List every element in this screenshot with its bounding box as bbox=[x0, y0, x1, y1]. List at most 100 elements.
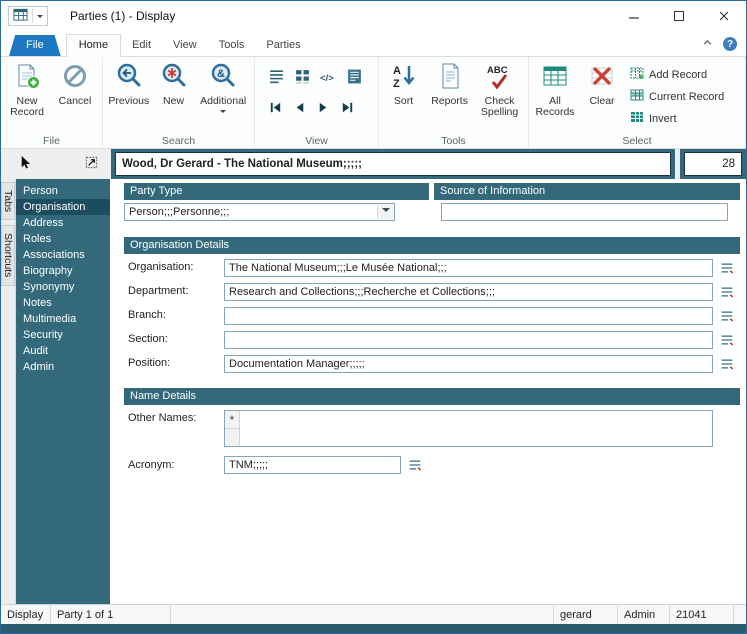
previous-record-button[interactable] bbox=[292, 100, 307, 118]
multilingual-icon[interactable] bbox=[720, 285, 734, 302]
svg-text:</>: </> bbox=[320, 73, 334, 84]
new-search-button[interactable]: New bbox=[154, 59, 194, 134]
sidebar-item-roles[interactable]: Roles bbox=[16, 231, 110, 247]
ribbon-group-select: All Records Clear Add Record Current Rec… bbox=[529, 57, 746, 148]
tab-home[interactable]: Home bbox=[66, 34, 121, 57]
select-record-icon[interactable] bbox=[84, 155, 99, 173]
multilingual-icon[interactable] bbox=[408, 458, 422, 475]
tab-file[interactable]: File bbox=[9, 35, 61, 56]
window-title: Parties (1) - Display bbox=[70, 9, 175, 23]
minimize-button[interactable] bbox=[611, 1, 656, 31]
rail-tab-shortcuts[interactable]: Shortcuts bbox=[1, 225, 15, 285]
new-search-label: New bbox=[163, 96, 184, 108]
tab-parties[interactable]: Parties bbox=[255, 35, 311, 56]
acronym-input[interactable]: TNM;;;;; bbox=[224, 456, 401, 474]
party-type-combobox[interactable]: Person;;;Personne;;; bbox=[124, 203, 395, 221]
tab-view[interactable]: View bbox=[162, 35, 208, 56]
record-summary-band: Wood, Dr Gerard - The National Museum;;;… bbox=[111, 149, 675, 179]
quick-access-toolbar bbox=[8, 6, 48, 26]
page-view-button[interactable] bbox=[346, 68, 363, 88]
sidebar-item-notes[interactable]: Notes bbox=[16, 295, 110, 311]
bottom-accent-strip bbox=[1, 624, 746, 633]
invert-button[interactable]: Invert bbox=[630, 110, 724, 127]
cancel-button[interactable]: Cancel bbox=[52, 59, 98, 134]
current-record-label: Current Record bbox=[649, 91, 724, 103]
last-record-button[interactable] bbox=[340, 100, 355, 118]
new-record-label: New Record bbox=[4, 96, 50, 119]
reports-label: Reports bbox=[431, 96, 468, 108]
sort-icon: AZ bbox=[390, 62, 418, 94]
department-input[interactable]: Research and Collections;;;Recherche et … bbox=[224, 283, 713, 301]
tab-edit[interactable]: Edit bbox=[121, 35, 162, 56]
help-icon[interactable]: ? bbox=[723, 37, 737, 51]
branch-input[interactable] bbox=[224, 307, 713, 325]
close-button[interactable] bbox=[701, 1, 746, 31]
next-record-button[interactable] bbox=[316, 100, 331, 118]
organisation-label: Organisation: bbox=[128, 261, 193, 273]
clear-button[interactable]: Clear bbox=[580, 59, 624, 134]
position-input[interactable]: Documentation Manager;;;;; bbox=[224, 355, 713, 373]
separator bbox=[32, 9, 33, 23]
check-spelling-icon: ABC bbox=[486, 62, 514, 94]
group-label-tools: Tools bbox=[379, 135, 528, 147]
section-input[interactable] bbox=[224, 331, 713, 349]
first-record-button[interactable] bbox=[268, 100, 283, 118]
previous-label: Previous bbox=[108, 96, 149, 108]
other-names-grid[interactable]: * bbox=[224, 410, 713, 447]
rail-tab-tabs[interactable]: Tabs bbox=[1, 182, 15, 220]
sidebar-item-organisation[interactable]: Organisation bbox=[16, 199, 110, 215]
app-icon[interactable] bbox=[13, 7, 28, 25]
multilingual-icon[interactable] bbox=[720, 333, 734, 350]
chevron-down-icon[interactable] bbox=[37, 15, 43, 21]
ribbon-group-view: </> View bbox=[255, 57, 379, 148]
code-view-button[interactable]: </> bbox=[320, 68, 337, 88]
ribbon-group-search: Previous New & Additional Search bbox=[103, 57, 255, 148]
all-records-button[interactable]: All Records bbox=[532, 59, 578, 134]
additional-dropdown-icon bbox=[220, 110, 226, 116]
sidebar-item-address[interactable]: Address bbox=[16, 215, 110, 231]
sidebar-item-multimedia[interactable]: Multimedia bbox=[16, 311, 110, 327]
svg-text:A: A bbox=[393, 65, 401, 77]
department-label: Department: bbox=[128, 285, 189, 297]
source-of-information-header: Source of Information bbox=[434, 183, 740, 200]
reports-button[interactable]: Reports bbox=[427, 59, 472, 134]
group-label-search: Search bbox=[103, 135, 254, 147]
sidebar-item-synonymy[interactable]: Synonymy bbox=[16, 279, 110, 295]
cursor-tool-icon[interactable] bbox=[17, 155, 32, 173]
sidebar-item-biography[interactable]: Biography bbox=[16, 263, 110, 279]
record-count: 28 bbox=[684, 152, 742, 176]
record-bar-tools bbox=[1, 149, 111, 179]
sort-button[interactable]: AZ Sort bbox=[382, 59, 425, 134]
list-view-button[interactable] bbox=[268, 68, 285, 88]
new-row-button[interactable]: * bbox=[225, 411, 239, 429]
sidebar-item-admin[interactable]: Admin bbox=[16, 359, 110, 375]
add-record-button[interactable]: Add Record bbox=[630, 66, 724, 83]
maximize-button[interactable] bbox=[656, 1, 701, 31]
check-spelling-button[interactable]: ABC Check Spelling bbox=[474, 59, 525, 134]
search-additional-icon: & bbox=[209, 62, 237, 94]
sidebar-item-person[interactable]: Person bbox=[16, 183, 110, 199]
invert-label: Invert bbox=[649, 113, 677, 125]
combo-dropdown-button[interactable] bbox=[377, 205, 393, 219]
new-record-button[interactable]: New Record bbox=[4, 59, 50, 134]
grid-view-button[interactable] bbox=[294, 68, 311, 88]
multilingual-icon[interactable] bbox=[720, 357, 734, 374]
current-record-icon bbox=[630, 88, 644, 105]
status-session-number: 21041 bbox=[670, 605, 734, 624]
sidebar-item-audit[interactable]: Audit bbox=[16, 343, 110, 359]
multilingual-icon[interactable] bbox=[720, 261, 734, 278]
multilingual-icon[interactable] bbox=[720, 309, 734, 326]
sort-label: Sort bbox=[394, 96, 413, 108]
ribbon: New Record Cancel File Previous New & Ad… bbox=[1, 57, 746, 149]
previous-search-button[interactable]: Previous bbox=[106, 59, 152, 134]
additional-search-button[interactable]: & Additional bbox=[195, 59, 251, 134]
section-label: Section: bbox=[128, 333, 168, 345]
current-record-button[interactable]: Current Record bbox=[630, 88, 724, 105]
clear-label: Clear bbox=[589, 96, 614, 108]
collapse-ribbon-icon[interactable] bbox=[702, 37, 713, 51]
sidebar-item-security[interactable]: Security bbox=[16, 327, 110, 343]
sidebar-item-associations[interactable]: Associations bbox=[16, 247, 110, 263]
source-of-information-input[interactable] bbox=[441, 203, 728, 221]
organisation-input[interactable]: The National Museum;;;Le Musée National;… bbox=[224, 259, 713, 277]
tab-tools[interactable]: Tools bbox=[208, 35, 256, 56]
